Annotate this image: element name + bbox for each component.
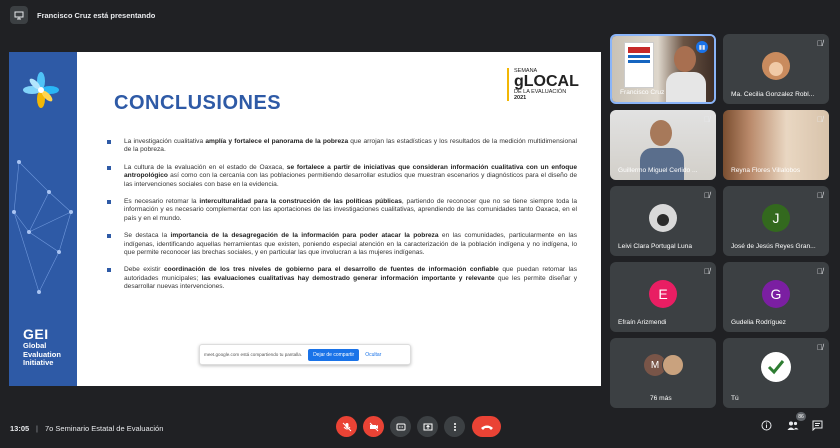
chat-icon bbox=[812, 420, 823, 432]
avatar: J bbox=[762, 204, 790, 232]
mic-off-icon: 🎙̸ bbox=[817, 267, 823, 276]
participant-name: Reyna Flores Villalobos bbox=[731, 167, 801, 174]
participant-name: Tú bbox=[731, 395, 739, 402]
participants-button[interactable] bbox=[787, 420, 799, 434]
participant-name: Guillermo Miguel Cerlido ... bbox=[618, 167, 698, 174]
mic-off-icon: 🎙̸ bbox=[817, 115, 823, 124]
chat-button[interactable] bbox=[812, 420, 823, 434]
participant-tile-guillermo[interactable]: 🎙̸ Guillermo Miguel Cerlido ... bbox=[610, 110, 716, 180]
participant-tile-more[interactable]: M 76 más bbox=[610, 338, 716, 408]
participant-tile-cecilia[interactable]: 🎙̸ Ma. Cecilia Gonzalez Robl... bbox=[723, 34, 829, 104]
present-now-button[interactable] bbox=[417, 416, 438, 437]
gei-logo: GEI Global Evaluation Initiative bbox=[23, 326, 61, 367]
leave-call-button[interactable] bbox=[472, 416, 501, 437]
end-call-icon bbox=[480, 425, 493, 430]
participant-name: Efraín Arizmendi bbox=[618, 319, 667, 326]
avatar bbox=[761, 352, 791, 382]
more-vert-icon bbox=[453, 422, 456, 431]
participant-name: José de Jesús Reyes Gran... bbox=[731, 243, 816, 250]
camera-off-button[interactable] bbox=[363, 416, 384, 437]
participant-name: Leivi Clara Portugal Luna bbox=[618, 243, 693, 250]
speaking-icon: ▮▮ bbox=[696, 41, 708, 53]
top-bar: Francisco Cruz está presentando bbox=[0, 0, 840, 30]
participant-name: Gudelia Rodríguez bbox=[731, 319, 786, 326]
clock-time: 13:05 bbox=[10, 424, 30, 433]
captions-button[interactable] bbox=[390, 416, 411, 437]
person-body bbox=[640, 148, 684, 180]
banner-image bbox=[624, 42, 654, 88]
avatar bbox=[662, 354, 684, 376]
mic-off-icon: 🎙̸ bbox=[704, 191, 710, 200]
meeting-title: 7o Seminario Estatal de Evaluación bbox=[45, 424, 164, 433]
network-graphic-icon bbox=[12, 72, 73, 294]
more-participants-label: 76 más bbox=[650, 395, 672, 402]
avatar: E bbox=[649, 280, 677, 308]
avatar bbox=[762, 52, 790, 80]
more-options-button[interactable] bbox=[444, 416, 465, 437]
person-head bbox=[674, 46, 696, 72]
bullet-item: Se destaca la importancia de la desagreg… bbox=[107, 232, 577, 257]
participant-count-badge: 86 bbox=[796, 412, 806, 421]
mic-off-icon: 🎙̸ bbox=[817, 191, 823, 200]
presenting-icon bbox=[10, 6, 28, 24]
mic-off-icon: 🎙̸ bbox=[704, 267, 710, 276]
mic-off-icon: 🎙̸ bbox=[817, 39, 823, 48]
avatar: G bbox=[762, 280, 790, 308]
captions-icon bbox=[396, 423, 405, 430]
presenter-label: Francisco Cruz está presentando bbox=[37, 10, 156, 20]
stop-sharing-button[interactable]: Dejar de compartir bbox=[308, 348, 360, 361]
mic-off-icon bbox=[342, 422, 351, 431]
share-notice-text: meet.google.com está compartiendo tu pan… bbox=[204, 352, 303, 357]
shared-slide: GEI Global Evaluation Initiative SEMANA … bbox=[9, 52, 601, 386]
bottom-bar: 13:05 | 7o Seminario Estatal de Evaluaci… bbox=[0, 412, 840, 448]
mic-off-icon: 🎙̸ bbox=[817, 343, 823, 352]
participant-tile-jose[interactable]: J 🎙̸ José de Jesús Reyes Gran... bbox=[723, 186, 829, 256]
people-icon bbox=[787, 421, 799, 430]
participant-tile-reyna[interactable]: 🎙̸ Reyna Flores Villalobos bbox=[723, 110, 829, 180]
bullet-item: La cultura de la evaluación en el estado… bbox=[107, 164, 577, 189]
participant-tile-francisco[interactable]: ▮▮ Francisco Cruz bbox=[610, 34, 716, 104]
semana-glocal-logo: SEMANA gLOCAL DE LA EVALUACIÓN 2021 bbox=[507, 68, 579, 101]
present-icon bbox=[423, 423, 432, 430]
conclusions-list: La investigación cualitativa amplía y fo… bbox=[107, 138, 577, 301]
info-icon bbox=[761, 420, 772, 431]
bullet-item: Debe existir coordinación de los tres ni… bbox=[107, 266, 577, 291]
participant-name: Francisco Cruz bbox=[620, 89, 665, 96]
slide-title: CONCLUSIONES bbox=[114, 92, 282, 114]
avatar bbox=[649, 204, 677, 232]
screen-share-notice: meet.google.com está compartiendo tu pan… bbox=[199, 344, 411, 365]
hide-notice-button[interactable]: Ocultar bbox=[365, 352, 381, 358]
separator: | bbox=[36, 424, 38, 433]
mic-off-icon: 🎙̸ bbox=[704, 115, 710, 124]
participant-tile-self[interactable]: 🎙̸ Tú bbox=[723, 338, 829, 408]
person-body bbox=[666, 72, 706, 102]
bullet-item: La investigación cualitativa amplía y fo… bbox=[107, 138, 577, 155]
participant-tile-leivi[interactable]: 🎙̸ Leivi Clara Portugal Luna bbox=[610, 186, 716, 256]
slide-sidebar: GEI Global Evaluation Initiative bbox=[9, 52, 77, 386]
participant-name: Ma. Cecilia Gonzalez Robl... bbox=[731, 91, 815, 98]
meeting-info-button[interactable] bbox=[761, 420, 772, 434]
camera-off-icon bbox=[369, 422, 378, 431]
bullet-item: Es necesario retomar la interculturalida… bbox=[107, 198, 577, 223]
person-head bbox=[650, 120, 672, 146]
participant-tile-gudelia[interactable]: G 🎙̸ Gudelia Rodríguez bbox=[723, 262, 829, 332]
participant-tile-efrain[interactable]: E 🎙̸ Efraín Arizmendi bbox=[610, 262, 716, 332]
mic-off-button[interactable] bbox=[336, 416, 357, 437]
checkmark-icon bbox=[767, 360, 785, 375]
